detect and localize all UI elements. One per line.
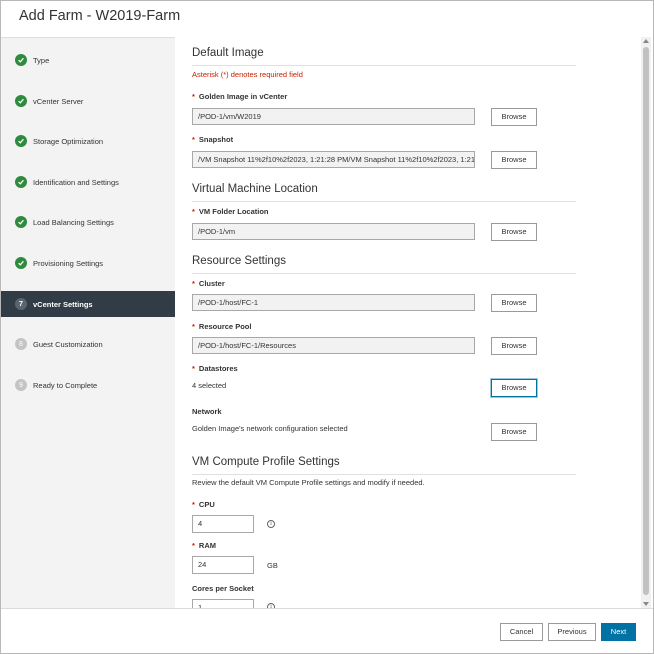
required-note: Asterisk (*) denotes required field [192,70,303,79]
scroll-down-arrow-icon[interactable] [643,602,649,606]
browse-resource-pool-button[interactable]: Browse [491,337,537,355]
section-divider [192,273,576,274]
section-title-resource-settings: Resource Settings [192,255,286,267]
wizard-content: Default Image Asterisk (*) denotes requi… [175,37,641,608]
step-guest-customization[interactable]: 8 Guest Customization [1,331,175,357]
info-icon[interactable]: i [267,520,275,528]
browse-network-button[interactable]: Browse [491,423,537,441]
add-farm-dialog: Add Farm - W2019-Farm Type vCenter Serve… [0,0,654,654]
required-marker: * [192,207,195,216]
cores-per-socket-input[interactable]: 1 [192,599,254,608]
dialog-footer: Cancel Previous Next [1,608,653,653]
cancel-button[interactable]: Cancel [500,623,543,641]
vm-folder-field[interactable]: /POD-1/vm [192,223,475,240]
check-circle-icon [15,54,27,66]
section-divider [192,201,576,202]
ram-label: * RAM [192,541,217,550]
browse-datastores-button[interactable]: Browse [491,379,537,397]
step-label: Ready to Complete [33,380,98,390]
cpu-label: * CPU [192,500,215,509]
network-value: Golden Image's network configuration sel… [192,424,348,433]
golden-image-label: * Golden Image in vCenter [192,92,288,101]
step-number-badge: 8 [15,338,27,350]
snapshot-label: * Snapshot [192,135,234,144]
section-divider [192,474,576,475]
step-vcenter-server[interactable]: vCenter Server [1,88,175,114]
cluster-label: * Cluster [192,279,225,288]
check-circle-icon [15,257,27,269]
previous-button[interactable]: Previous [548,623,596,641]
vm-folder-label: * VM Folder Location [192,207,269,216]
step-ready-to-complete[interactable]: 9 Ready to Complete [1,372,175,398]
required-marker: * [192,322,195,331]
step-label: Identification and Settings [33,177,119,187]
step-number-badge: 7 [15,298,27,310]
step-identification-settings[interactable]: Identification and Settings [1,169,175,195]
step-number-badge: 9 [15,379,27,391]
resource-pool-label: * Resource Pool [192,322,252,331]
step-vcenter-settings[interactable]: 7 vCenter Settings [1,291,175,317]
step-provisioning-settings[interactable]: Provisioning Settings [1,250,175,276]
cpu-input[interactable]: 4 [192,515,254,533]
step-label: Storage Optimization [33,136,104,146]
resource-pool-field[interactable]: /POD-1/host/FC-1/Resources [192,337,475,354]
step-label: Load Balancing Settings [33,217,114,227]
content-scrollbar[interactable] [641,37,651,608]
section-title-default-image: Default Image [192,47,264,59]
golden-image-field[interactable]: /POD-1/vm/W2019 [192,108,475,125]
scrollbar-thumb[interactable] [643,47,649,595]
step-label: Provisioning Settings [33,258,104,268]
network-label: Network [192,407,222,416]
scroll-up-arrow-icon[interactable] [643,39,649,43]
section-title-compute-profile: VM Compute Profile Settings [192,456,340,468]
step-label: vCenter Server [33,96,84,106]
browse-cluster-button[interactable]: Browse [491,294,537,312]
section-divider [192,65,576,66]
browse-vm-folder-button[interactable]: Browse [491,223,537,241]
step-label: Guest Customization [33,339,103,349]
cluster-field[interactable]: /POD-1/host/FC-1 [192,294,475,311]
browse-golden-image-button[interactable]: Browse [491,108,537,126]
check-circle-icon [15,176,27,188]
required-marker: * [192,541,195,550]
ram-input[interactable]: 24 [192,556,254,574]
snapshot-field[interactable]: /VM Snapshot 11%2f10%2f2023, 1:21:28 PM/… [192,151,475,168]
check-circle-icon [15,95,27,107]
step-label: vCenter Settings [33,299,93,309]
required-marker: * [192,500,195,509]
required-marker: * [192,92,195,101]
datastores-value: 4 selected [192,381,227,390]
next-button[interactable]: Next [601,623,636,641]
cores-per-socket-label: Cores per Socket [192,584,254,593]
step-load-balancing[interactable]: Load Balancing Settings [1,209,175,235]
step-label: Type [33,55,50,65]
required-marker: * [192,135,195,144]
wizard-steps-sidebar: Type vCenter Server Storage Optimization… [1,37,175,609]
check-circle-icon [15,135,27,147]
required-marker: * [192,279,195,288]
section-title-vm-location: Virtual Machine Location [192,183,318,195]
check-circle-icon [15,216,27,228]
browse-snapshot-button[interactable]: Browse [491,151,537,169]
compute-profile-description: Review the default VM Compute Profile se… [192,478,425,487]
ram-unit: GB [267,561,278,570]
step-storage-optimization[interactable]: Storage Optimization [1,128,175,154]
required-marker: * [192,364,195,373]
dialog-title: Add Farm - W2019-Farm [19,8,181,24]
step-type[interactable]: Type [1,47,175,73]
datastores-label: * Datastores [192,364,238,373]
